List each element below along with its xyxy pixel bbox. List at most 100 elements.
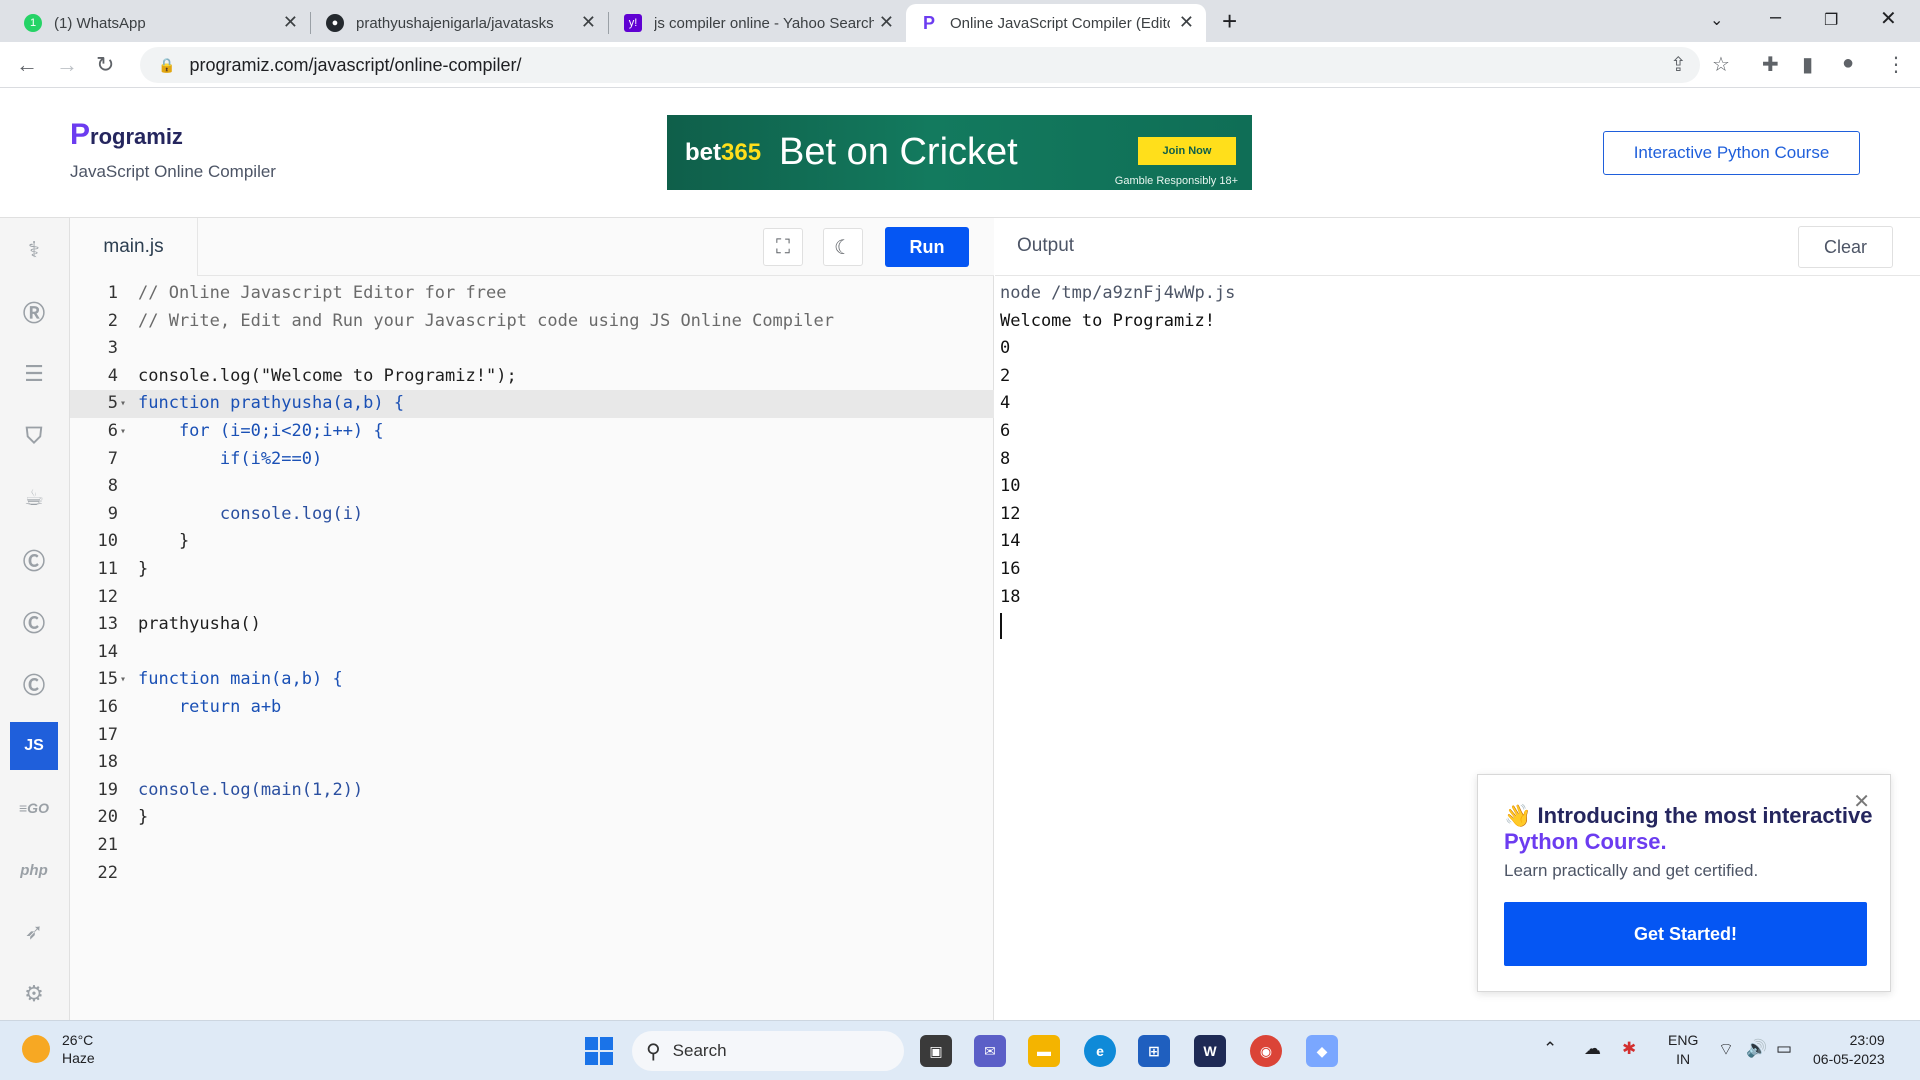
close-tab-icon[interactable]: ✕ [283, 12, 298, 33]
tab-title: js compiler online - Yahoo Search [654, 14, 874, 32]
task-view-icon[interactable]: ▣ [920, 1035, 952, 1067]
battery-icon[interactable]: ▭ [1776, 1039, 1792, 1059]
php-icon[interactable]: php [10, 846, 58, 894]
tab-github[interactable]: ● prathyushajenigarla/javatasks ✕ [312, 4, 608, 42]
teams-chat-icon[interactable]: ✉ [974, 1035, 1006, 1067]
csharp-icon[interactable]: Ⓒ [10, 660, 58, 708]
code-line: 21 [97, 835, 118, 855]
weather-widget[interactable]: 26°C Haze [22, 1031, 95, 1067]
taskbar-search[interactable]: ⚲ Search [632, 1031, 904, 1071]
output-line: 8 [1000, 448, 1011, 469]
store-icon[interactable]: ⊞ [1138, 1035, 1170, 1067]
interactive-python-course-button[interactable]: Interactive Python Course [1603, 131, 1860, 175]
python-course-popup: ✕ 👋 Introducing the most interactive Pyt… [1477, 774, 1891, 992]
code-line: 19 console.log(main(1,2)) [97, 779, 364, 800]
page-subtitle: JavaScript Online Compiler [70, 162, 276, 181]
restore-icon[interactable]: ❐ [1824, 10, 1838, 30]
c-icon[interactable]: Ⓒ [10, 536, 58, 584]
dark-mode-icon[interactable]: ☾ [823, 228, 863, 266]
forward-icon[interactable]: → [56, 52, 78, 78]
bookmark-star-icon[interactable]: ☆ [1712, 52, 1730, 77]
system-clock[interactable]: 23:09 06-05-2023 [1813, 1031, 1885, 1069]
rust-icon[interactable]: ⚙ [10, 970, 58, 1018]
tab-programiz[interactable]: P Online JavaScript Compiler (Edito ✕ [906, 4, 1206, 42]
minimize-icon[interactable]: – [1770, 6, 1781, 29]
go-icon[interactable]: ≡GO [10, 784, 58, 832]
output-line: node /tmp/a9znFj4wWp.js [1000, 283, 1236, 303]
back-icon[interactable]: ← [16, 52, 38, 78]
code-editor-panel: main.js ⛶ ☾ Run 1// Online Javascript Ed… [70, 218, 994, 1020]
output-line: 14 [1000, 531, 1021, 552]
code-line: 3 [107, 338, 118, 359]
popup-heading: 👋 Introducing the most interactive Pytho… [1504, 803, 1890, 855]
popup-heading-highlight: Python Course. [1504, 829, 1667, 854]
clear-button[interactable]: Clear [1798, 226, 1893, 268]
url-text: programiz.com/javascript/online-compiler… [189, 54, 522, 75]
ad-banner[interactable]: bet365 Bet on Cricket Join Now Gamble Re… [667, 115, 1252, 190]
run-button[interactable]: Run [885, 227, 969, 267]
code-line: 18 [97, 752, 118, 773]
code-line: 12 [97, 586, 118, 607]
site-header: Programiz JavaScript Online Compiler bet… [0, 88, 1920, 218]
fold-arrow-icon[interactable]: ▾ [120, 418, 126, 446]
menu-icon[interactable]: ⋮ [1886, 52, 1906, 77]
html-icon[interactable]: ⛉ [10, 412, 58, 460]
search-icon: ⚲ [646, 1040, 661, 1063]
programiz-logo[interactable]: Programiz [70, 118, 183, 152]
temperature-text: 26°C [62, 1032, 94, 1048]
fold-arrow-icon[interactable]: ▾ [120, 666, 126, 694]
close-window-icon[interactable]: ✕ [1880, 6, 1897, 31]
new-tab-button[interactable]: + [1222, 6, 1237, 37]
onedrive-icon[interactable]: ☁ [1584, 1039, 1601, 1059]
sql-icon[interactable]: ☰ [10, 350, 58, 398]
address-bar[interactable]: 🔒 programiz.com/javascript/online-compil… [140, 47, 1700, 83]
code-line-active: 5 ▾ function prathyusha(a,b) { [70, 390, 994, 418]
code-line: 13 prathyusha() [97, 614, 261, 635]
extensions-icon[interactable]: ✚ [1762, 52, 1779, 77]
fullscreen-icon[interactable]: ⛶ [763, 228, 803, 266]
python-icon[interactable]: ⚕ [10, 226, 58, 274]
side-panel-icon[interactable]: ▮ [1802, 52, 1813, 77]
file-tab-main-js[interactable]: main.js [70, 218, 198, 276]
r-icon[interactable]: Ⓡ [10, 288, 58, 336]
output-line: 12 [1000, 503, 1021, 524]
volume-icon[interactable]: 🔊 [1746, 1039, 1767, 1059]
text-cursor [1000, 613, 1002, 640]
webex-icon[interactable]: W [1194, 1035, 1226, 1067]
wifi-icon[interactable]: ⌔ [1718, 1039, 1734, 1060]
windows-start-icon[interactable] [585, 1037, 613, 1065]
js-icon[interactable]: JS [10, 722, 58, 770]
java-icon[interactable]: ☕ [10, 474, 58, 522]
output-title: Output [1017, 235, 1075, 256]
reload-icon[interactable]: ↻ [96, 52, 114, 78]
ad-join-button[interactable]: Join Now [1138, 137, 1236, 165]
app-icon[interactable]: ◆ [1306, 1035, 1338, 1067]
edge-icon[interactable]: e [1084, 1035, 1116, 1067]
tab-yahoo[interactable]: y! js compiler online - Yahoo Search ✕ [610, 4, 906, 42]
output-console[interactable]: node /tmp/a9znFj4wWp.js Welcome to Progr… [1000, 280, 1236, 640]
code-line: 22 [97, 862, 118, 883]
get-started-button[interactable]: Get Started! [1504, 902, 1867, 966]
tray-app-icon[interactable]: ✱ [1622, 1039, 1636, 1059]
file-explorer-icon[interactable]: ▬ [1028, 1035, 1060, 1067]
close-tab-icon[interactable]: ✕ [879, 12, 894, 33]
code-line: 10 } [97, 531, 190, 552]
tab-whatsapp[interactable]: 1 (1) WhatsApp ✕ [10, 4, 310, 42]
profile-icon[interactable]: ● [1842, 52, 1854, 75]
code-line: 8 [107, 476, 118, 497]
tab-title: prathyushajenigarla/javatasks [356, 14, 554, 32]
tray-overflow-icon[interactable]: ⌃ [1543, 1039, 1557, 1059]
lock-icon: 🔒 [158, 56, 176, 73]
chrome-icon[interactable]: ◉ [1250, 1035, 1282, 1067]
editor-toolbar: main.js ⛶ ☾ Run [70, 218, 994, 276]
close-tab-icon[interactable]: ✕ [581, 12, 596, 33]
tab-search-icon[interactable]: ⌄ [1710, 10, 1723, 30]
close-tab-icon[interactable]: ✕ [1179, 12, 1194, 33]
fold-arrow-icon[interactable]: ▾ [120, 390, 126, 418]
swift-icon[interactable]: ➶ [10, 908, 58, 956]
share-icon[interactable]: ⇪ [1670, 52, 1687, 77]
ad-headline: Bet on Cricket [779, 131, 1018, 173]
cpp-icon[interactable]: Ⓒ [10, 598, 58, 646]
language-indicator[interactable]: ENG IN [1668, 1031, 1698, 1069]
code-line: 14 [97, 641, 118, 662]
